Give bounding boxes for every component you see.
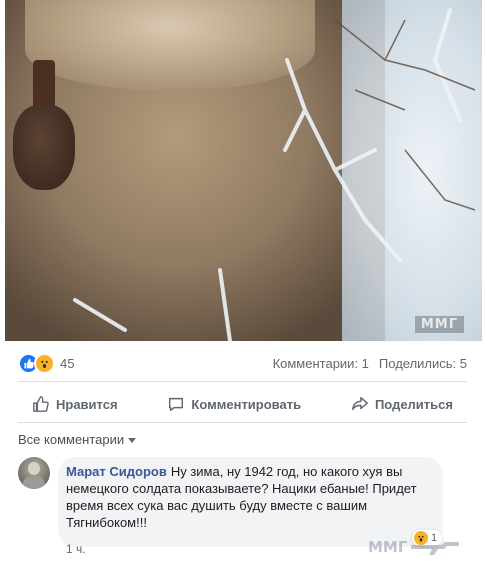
post-photo[interactable]: ММГ	[5, 0, 482, 341]
comment-author-link[interactable]: Марат Сидоров	[66, 464, 167, 479]
shares-count-link[interactable]: Поделились: 5	[379, 356, 467, 371]
avatar[interactable]	[18, 457, 50, 489]
comment-bubble-icon	[169, 397, 184, 412]
comments-filter-label: Все комментарии	[18, 432, 125, 447]
divider-top	[18, 381, 467, 382]
share-button-label: Поделиться	[374, 396, 453, 412]
comment-button[interactable]: Комментировать	[153, 389, 315, 419]
post-actions: Нравится Комментировать Поделиться	[18, 386, 467, 422]
comment-button-label: Комментировать	[191, 396, 302, 412]
reaction-count: 45	[60, 355, 75, 371]
post-summary: 45 Комментарии: 1 Поделились: 5	[18, 349, 467, 377]
thumbs-up-icon	[33, 396, 49, 412]
rifle-icon	[411, 542, 460, 555]
share-arrow-icon	[352, 396, 368, 411]
comment-timestamp[interactable]: 1 ч.	[66, 542, 86, 556]
post-stats: Комментарии: 1 Поделились: 5	[273, 356, 467, 371]
corner-watermark-text: ММГ	[368, 538, 408, 556]
share-button[interactable]: Поделиться	[337, 389, 467, 419]
corner-watermark: ММГ	[368, 532, 474, 562]
divider-bottom	[18, 422, 467, 423]
comments-count-link[interactable]: Комментарии: 1	[273, 356, 369, 371]
like-button[interactable]: Нравится	[18, 389, 132, 419]
reactions-summary[interactable]: 45	[18, 352, 75, 374]
wow-reaction-icon	[34, 352, 55, 374]
photo-watermark: ММГ	[414, 316, 464, 333]
comments-filter-dropdown[interactable]: Все комментарии	[18, 432, 137, 447]
caret-down-icon	[128, 437, 137, 443]
photo-frosted-branches	[73, 8, 476, 341]
like-button-label: Нравится	[56, 396, 118, 412]
